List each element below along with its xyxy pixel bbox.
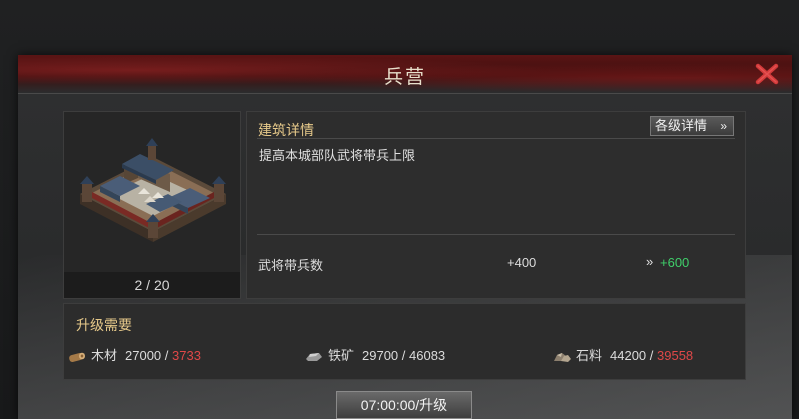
resource-separator: / — [161, 348, 173, 363]
building-level: 2 / 20 — [64, 272, 240, 298]
level-details-button[interactable]: 各级详情 » — [650, 116, 734, 136]
divider — [257, 234, 735, 235]
stat-current-value: +400 — [507, 255, 537, 270]
double-chevron-right-icon: » — [646, 254, 654, 269]
resource-separator: / — [398, 348, 410, 363]
building-description: 提高本城部队武将带兵上限 — [259, 148, 416, 163]
dialog-title: 兵营 — [383, 67, 426, 88]
upgrade-section-title: 升级需要 — [76, 317, 132, 333]
resource-required: 29700 — [362, 348, 399, 363]
building-panel: 2 / 20 — [63, 111, 241, 299]
stat-next-value: +600 — [660, 255, 690, 270]
upgrade-button[interactable]: 07:00:00/升级 — [336, 391, 472, 419]
resource-owned: 39558 — [657, 348, 694, 363]
stone-icon — [552, 350, 572, 364]
stat-label: 武将带兵数 — [258, 258, 324, 273]
resource-owned: 46083 — [409, 348, 446, 363]
resource-iron: 铁矿 29700 / 46083 — [304, 345, 445, 364]
upgrade-requirements-panel: 升级需要 木材 27000 / 3733 铁矿 29700 / 46083 石料… — [63, 303, 746, 380]
level-details-label: 各级详情 — [655, 118, 708, 133]
barracks-dialog: 兵营 2 / 20 建筑详情 各级详情 » 提高本城部队武将带兵上限 武将带兵数… — [18, 55, 792, 419]
resource-label: 木材 — [91, 348, 118, 363]
resource-label: 石料 — [576, 348, 603, 363]
double-chevron-right-icon: » — [720, 119, 727, 133]
resource-required: 27000 — [125, 348, 162, 363]
resource-required: 44200 — [610, 348, 647, 363]
divider — [257, 138, 735, 139]
resource-label: 铁矿 — [328, 348, 355, 363]
resource-stone: 石料 44200 / 39558 — [552, 345, 693, 364]
close-icon[interactable] — [754, 61, 780, 87]
resource-separator: / — [646, 348, 658, 363]
barracks-building-icon — [78, 132, 228, 257]
resource-owned: 3733 — [172, 348, 201, 363]
details-section-title: 建筑详情 — [258, 122, 314, 138]
iron-icon — [304, 350, 324, 364]
resource-wood: 木材 27000 / 3733 — [67, 345, 201, 364]
dialog-titlebar: 兵营 — [18, 55, 792, 94]
details-panel: 建筑详情 各级详情 » 提高本城部队武将带兵上限 武将带兵数 +400 » +6… — [246, 111, 746, 299]
wood-icon — [67, 350, 87, 364]
